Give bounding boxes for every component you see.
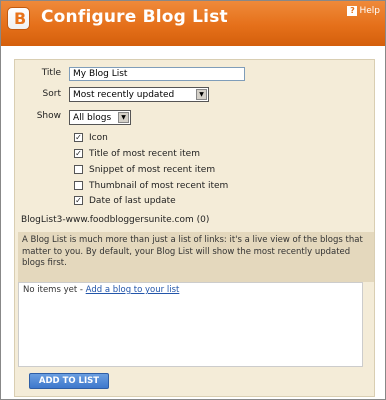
- title-recent-checkbox[interactable]: ✓: [74, 149, 83, 158]
- dropdown-arrow-icon: ▼: [118, 112, 129, 123]
- option-label: Icon: [89, 133, 108, 143]
- icon-checkbox[interactable]: ✓: [74, 133, 83, 142]
- thumbnail-checkbox[interactable]: [74, 181, 83, 190]
- help-icon: ?: [347, 6, 358, 16]
- snippet-checkbox[interactable]: [74, 165, 83, 174]
- sort-value: Most recently updated: [73, 90, 175, 100]
- option-label: Snippet of most recent item: [89, 165, 216, 175]
- page-title: Configure Blog List: [41, 7, 228, 27]
- sort-label: Sort: [42, 89, 61, 99]
- option-label: Title of most recent item: [89, 149, 200, 159]
- empty-text: No items yet -: [23, 285, 86, 295]
- blog-list-name: BlogList3-www.foodbloggersunite.com (0): [21, 215, 210, 225]
- blogger-logo-icon: B: [7, 7, 30, 30]
- show-value: All blogs: [73, 113, 112, 123]
- blog-list-items: No items yet - Add a blog to your list: [18, 282, 363, 367]
- show-label: Show: [36, 111, 61, 121]
- option-label: Thumbnail of most recent item: [89, 181, 229, 191]
- add-blog-link[interactable]: Add a blog to your list: [86, 285, 180, 295]
- dropdown-arrow-icon: ▼: [196, 89, 207, 100]
- window: B Configure Blog List ? Help Title My Bl…: [0, 0, 386, 400]
- option-label: Date of last update: [89, 196, 176, 206]
- help-link[interactable]: ? Help: [347, 5, 380, 17]
- sort-select[interactable]: Most recently updated ▼: [69, 87, 209, 102]
- show-select[interactable]: All blogs ▼: [69, 110, 131, 125]
- add-to-list-button[interactable]: ADD TO LIST: [29, 373, 109, 389]
- header-bar: B Configure Blog List ? Help: [1, 1, 385, 46]
- title-label: Title: [41, 68, 61, 78]
- blog-list-description: A Blog List is much more than just a lis…: [18, 232, 374, 282]
- help-label: Help: [359, 6, 380, 16]
- date-checkbox[interactable]: ✓: [74, 196, 83, 205]
- title-input[interactable]: My Blog List: [69, 67, 245, 81]
